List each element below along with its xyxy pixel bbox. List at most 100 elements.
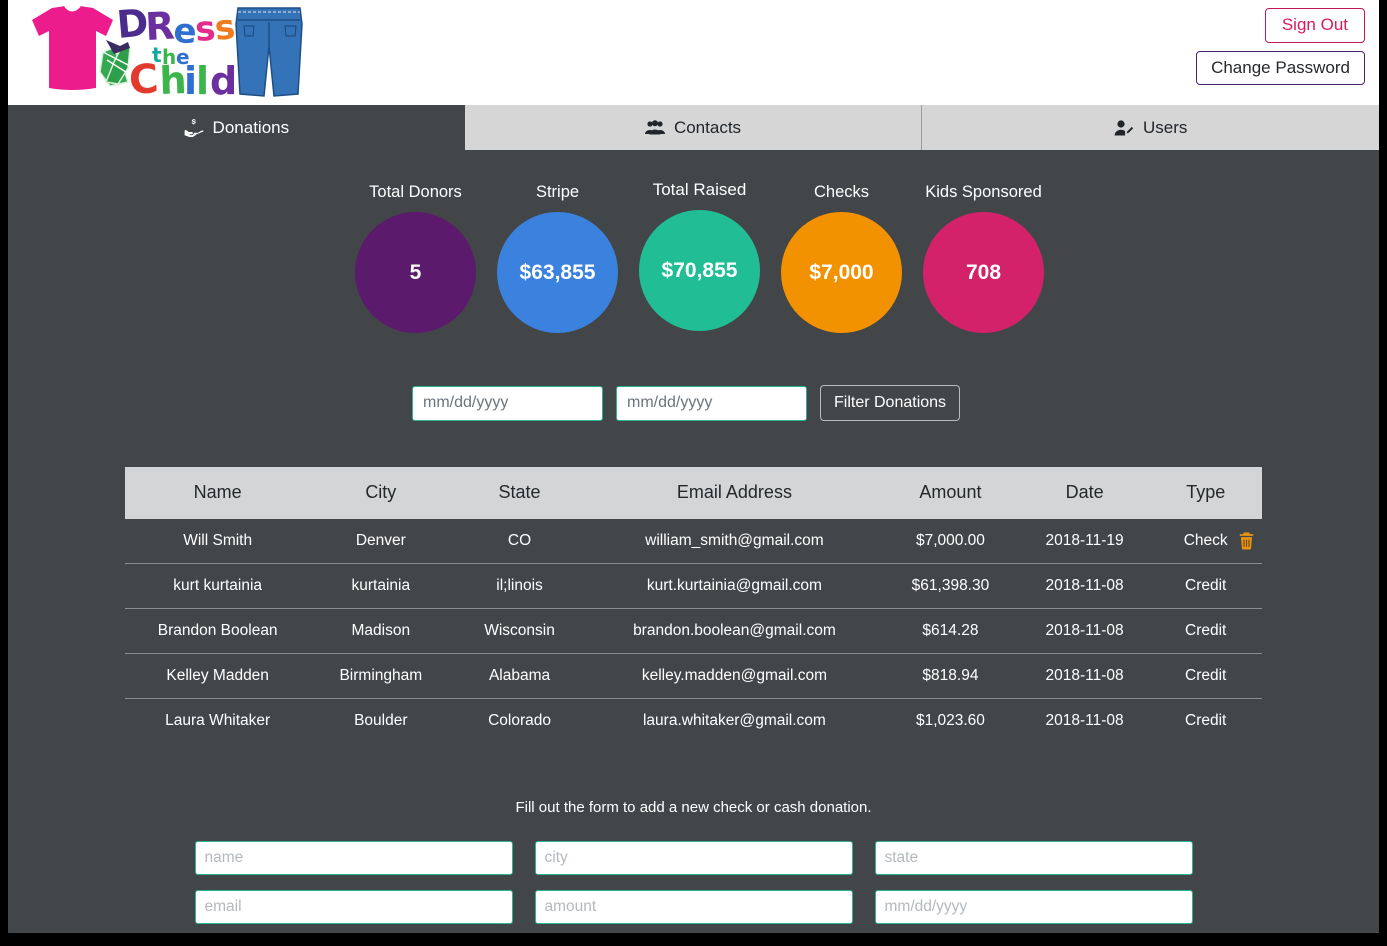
add-donation-form: Fill out the form to add a new check or … — [8, 799, 1379, 933]
cell-name: kurt kurtainia — [125, 563, 311, 609]
donation-date-input[interactable] — [874, 890, 1193, 924]
users-icon — [644, 120, 665, 135]
stat-kids-sponsored-value: 708 — [923, 212, 1044, 333]
tab-donations-label: Donations — [212, 117, 290, 137]
main-tabs: Donations Contacts Users — [8, 105, 1379, 150]
cell-type-label: Credit — [1185, 622, 1227, 639]
sneakers-graphic — [99, 40, 131, 87]
column-header-name[interactable]: Name — [125, 467, 311, 519]
stat-stripe: Stripe $63,855 — [497, 183, 618, 333]
column-header-amount[interactable]: Amount — [881, 467, 1020, 519]
app-window: D R e s s t h e C h i l d Sign Out Chang… — [0, 0, 1387, 946]
column-header-email[interactable]: Email Address — [587, 467, 882, 519]
cell-type-label: Check — [1183, 532, 1228, 549]
cell-date: 2018-11-19 — [1045, 532, 1124, 549]
filter-start-date-input[interactable] — [412, 385, 603, 421]
header-actions: Sign Out Change Password — [1196, 8, 1365, 86]
cell-date: 2018-11-08 — [1019, 563, 1150, 609]
cell-date: 2018-11-08 — [1019, 698, 1150, 743]
add-donation-row-1 — [8, 841, 1379, 875]
cell-amount: $818.94 — [881, 653, 1020, 699]
cell-name: Kelley Madden — [125, 653, 311, 699]
table-row: Brandon Boolean Madison Wisconsin brando… — [125, 608, 1262, 654]
stat-checks-value: $7,000 — [781, 212, 902, 333]
cell-state: Wisconsin — [451, 608, 588, 654]
table-head: Name City State Email Address Amount Dat… — [125, 467, 1262, 519]
stat-total-donors-value: 5 — [355, 212, 476, 333]
cell-type: Credit — [1149, 653, 1262, 699]
stat-checks: Checks $7,000 — [781, 183, 902, 333]
add-donation-hint: Fill out the form to add a new check or … — [515, 799, 872, 816]
stat-total-raised-label: Total Raised — [652, 180, 747, 199]
stats-row: Total Donors 5 Stripe $63,855 Total Rais… — [8, 180, 1379, 333]
cell-amount: $1,023.60 — [881, 698, 1020, 743]
donation-amount-input[interactable] — [534, 890, 853, 924]
table-row: kurt kurtainia kurtainia il;linois kurt.… — [125, 563, 1262, 609]
cell-name: Brandon Boolean — [125, 608, 311, 654]
table-row: Kelley Madden Birmingham Alabama kelley.… — [125, 653, 1262, 699]
cell-city: Denver — [355, 532, 406, 549]
cell-date: 2018-11-08 — [1019, 653, 1150, 699]
stat-total-donors: Total Donors 5 — [355, 183, 476, 333]
cell-type: Credit — [1149, 608, 1262, 654]
tab-users-label: Users — [1142, 117, 1188, 137]
delete-donation-icon[interactable] — [1239, 532, 1254, 550]
column-header-city[interactable]: City — [310, 467, 452, 519]
tab-contacts-label: Contacts — [673, 117, 742, 137]
column-header-date[interactable]: Date — [1019, 467, 1150, 519]
cell-name: Will Smith — [183, 532, 253, 549]
tab-users[interactable]: Users — [922, 105, 1379, 150]
cell-amount: $7,000.00 — [915, 532, 985, 549]
filter-donations-button[interactable]: Filter Donations — [820, 385, 961, 421]
page-header: D R e s s t h e C h i l d Sign Out Chang… — [8, 0, 1379, 105]
svg-text:d: d — [210, 59, 237, 102]
cell-amount: $61,398.30 — [881, 563, 1020, 609]
donation-name-input[interactable] — [194, 841, 513, 875]
cell-email: kelley.madden@gmail.com — [587, 653, 882, 699]
donation-city-input[interactable] — [534, 841, 853, 875]
cell-type-label: Credit — [1185, 667, 1227, 684]
jeans-graphic — [235, 7, 303, 97]
cell-email: laura.whitaker@gmail.com — [587, 698, 882, 743]
cell-type: Check — [1149, 519, 1262, 564]
column-header-type[interactable]: Type — [1149, 467, 1262, 519]
stat-total-raised-value: $70,855 — [639, 210, 760, 331]
cell-state: il;linois — [451, 563, 588, 609]
stat-total-donors-label: Total Donors — [369, 183, 462, 201]
tshirt-graphic — [32, 5, 113, 90]
donation-state-input[interactable] — [874, 841, 1193, 875]
donation-email-input[interactable] — [194, 890, 513, 924]
cell-state: Alabama — [451, 653, 588, 699]
donations-table: Name City State Email Address Amount Dat… — [125, 467, 1262, 743]
main-content: Total Donors 5 Stripe $63,855 Total Rais… — [8, 180, 1379, 933]
svg-text:C: C — [127, 56, 159, 102]
stat-total-raised: Total Raised $70,855 — [639, 180, 760, 331]
table-body: Will Smith Denver CO william_smith@gmail… — [125, 519, 1262, 743]
cell-city: Boulder — [310, 698, 452, 743]
column-header-state[interactable]: State — [451, 467, 588, 519]
cell-type-label: Credit — [1185, 712, 1227, 729]
filter-controls: Filter Donations — [8, 385, 1379, 421]
sign-out-button[interactable]: Sign Out — [1264, 8, 1365, 43]
change-password-button[interactable]: Change Password — [1196, 50, 1365, 86]
svg-text:l: l — [196, 59, 209, 102]
svg-text:s: s — [213, 7, 237, 49]
cell-city: Birmingham — [310, 653, 452, 699]
table-row: Laura Whitaker Boulder Colorado laura.wh… — [125, 698, 1262, 743]
app-frame: D R e s s t h e C h i l d Sign Out Chang… — [8, 0, 1379, 933]
add-donation-row-2 — [8, 890, 1379, 924]
tab-contacts[interactable]: Contacts — [464, 105, 923, 150]
cell-email: william_smith@gmail.com — [645, 532, 824, 549]
tab-donations[interactable]: Donations — [8, 105, 465, 150]
cell-city: kurtainia — [310, 563, 452, 609]
filter-end-date-input[interactable] — [616, 385, 807, 421]
cell-email: kurt.kurtainia@gmail.com — [587, 563, 882, 609]
cell-type: Credit — [1149, 563, 1262, 609]
user-edit-icon — [1114, 119, 1134, 136]
table-header-row: Name City State Email Address Amount Dat… — [125, 467, 1262, 519]
stat-stripe-value: $63,855 — [497, 212, 618, 333]
cell-name: Laura Whitaker — [125, 698, 311, 743]
cell-state: CO — [507, 532, 532, 549]
cell-email: brandon.boolean@gmail.com — [587, 608, 882, 654]
dress-the-child-logo: D R e s s t h e C h i l d — [10, 0, 310, 104]
